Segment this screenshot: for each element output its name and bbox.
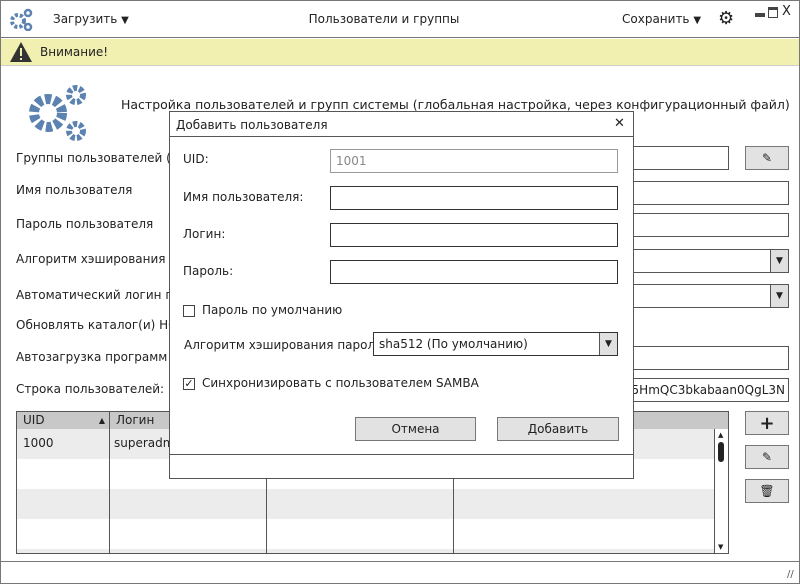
save-menu[interactable]: Сохранить ▼ [622,12,701,26]
table-row-empty [17,519,714,549]
table-row-empty [17,489,714,519]
uid-input[interactable]: 1001 [330,149,618,173]
cell-uid: 1000 [23,436,54,450]
dialog-title-bar: Добавить пользователя ✕ [170,112,633,137]
login-label: Логин: [183,227,226,241]
label-groups: Группы пользователей (по [16,151,187,165]
chevron-down-icon: ▼ [770,250,788,272]
scroll-down-icon[interactable]: ▼ [718,543,723,551]
dialog-close-button[interactable]: ✕ [614,116,625,131]
scrollbar[interactable]: ▲ ▼ [714,429,728,553]
edit-icon: ✎ [761,151,773,165]
cell-login: superadm [114,436,175,450]
label-home: Обновлять каталог(и) HOI [16,318,182,332]
minimize-button[interactable] [755,13,765,17]
warning-bar: Внимание! [1,39,799,66]
warning-text: Внимание! [40,45,109,59]
username-field[interactable] [330,186,618,210]
username-label: Имя пользователя: [183,190,304,204]
edit-user-button[interactable]: ✎ [745,445,789,469]
password-label: Пароль: [183,264,234,278]
label-autologin: Автоматический логин пол [16,288,189,302]
dialog-footer-divider [170,454,633,455]
login-field[interactable] [330,223,618,247]
title-bar: Загрузить ▼ Пользователи и группы Сохран… [1,1,799,38]
resize-grip-icon[interactable]: // [787,569,794,580]
settings-gears-icon [29,85,86,141]
label-hash: Алгоритм хэширования па [16,252,185,266]
close-button[interactable]: X [782,4,791,19]
save-label: Сохранить [622,12,690,26]
add-user-button[interactable]: + [745,411,789,435]
maximize-button[interactable] [768,7,778,18]
main-window: Загрузить ▼ Пользователи и группы Сохран… [0,0,800,584]
dialog-title: Добавить пользователя [176,118,328,132]
edit-groups-button[interactable]: ✎ [745,146,789,170]
default-password-checkbox[interactable] [183,305,195,317]
table-row-empty [17,549,714,553]
status-divider [1,561,799,562]
column-header-uid[interactable]: UID ▲ [17,412,110,429]
chevron-down-icon: ▼ [693,15,702,26]
label-password: Пароль пользователя [16,217,154,231]
hash-value: sha512 (По умолчанию) [379,337,528,351]
label-user-string: Строка пользователей: [16,382,165,396]
password-field[interactable] [330,260,618,284]
label-autostart: Автозагрузка программ п [16,350,180,364]
default-password-label: Пароль по умолчанию [202,303,343,317]
checkmark-icon: ✓ [184,377,194,390]
scroll-thumb[interactable] [718,442,724,462]
page-heading: Настройка пользователей и групп системы … [121,97,790,112]
chevron-down-icon: ▼ [770,285,788,307]
scroll-up-icon[interactable]: ▲ [718,431,723,439]
sort-asc-icon: ▲ [98,416,105,425]
samba-label: Синхронизировать с пользователем SAMBA [202,376,479,390]
add-user-dialog: Добавить пользователя ✕ UID: 1001 Имя по… [169,111,634,479]
plus-icon: + [759,412,775,434]
trash-icon: 🗑 [759,484,775,498]
uid-header-label: UID [23,413,45,427]
chevron-down-icon: ▼ [599,333,617,355]
hash-label: Алгоритм хэширования пароля: [184,338,387,352]
hash-select[interactable]: sha512 (По умолчанию) ▼ [373,332,618,356]
label-username: Имя пользователя [16,183,133,197]
delete-user-button[interactable]: 🗑 [745,479,789,503]
samba-checkbox[interactable]: ✓ [183,378,195,390]
warning-icon [10,42,32,62]
uid-label: UID: [183,152,209,166]
cancel-button[interactable]: Отмена [355,417,476,441]
edit-icon: ✎ [761,450,773,464]
add-button[interactable]: Добавить [497,417,619,441]
gear-icon[interactable]: ⚙ [718,8,734,29]
